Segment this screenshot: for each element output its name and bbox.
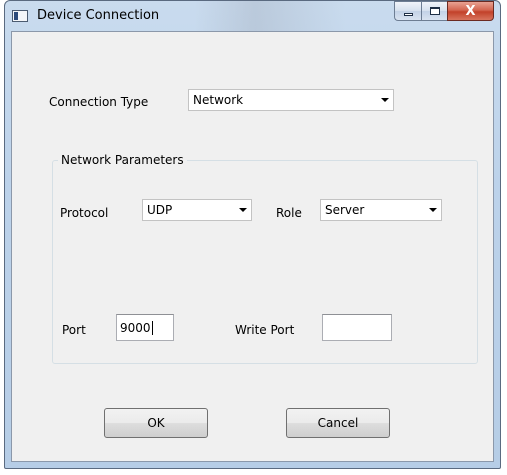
title-bar-background [195, 1, 345, 31]
maximize-icon [429, 7, 440, 15]
chevron-down-icon [425, 208, 441, 212]
protocol-label: Protocol [60, 206, 109, 220]
close-icon: X [465, 3, 476, 19]
connection-type-value: Network [193, 93, 244, 107]
text-caret [151, 320, 153, 335]
port-input[interactable]: 9000 [116, 314, 174, 341]
ok-button[interactable]: OK [104, 408, 208, 438]
chevron-down-icon [235, 208, 251, 212]
protocol-value: UDP [147, 203, 173, 217]
connection-type-select[interactable]: Network [188, 89, 394, 111]
port-label: Port [62, 323, 86, 337]
role-value: Server [325, 203, 365, 217]
write-port-label: Write Port [235, 323, 295, 337]
write-port-input[interactable] [322, 314, 392, 341]
dialog-client-area: Connection Type Network Network Paramete… [11, 31, 494, 462]
minimize-button[interactable] [394, 1, 421, 21]
device-connection-window: Device Connection X Connection Type Netw… [4, 0, 501, 469]
chevron-down-icon [377, 98, 393, 102]
role-label: Role [276, 206, 302, 220]
title-bar[interactable]: Device Connection X [5, 1, 500, 31]
protocol-select[interactable]: UDP [142, 199, 252, 221]
close-button[interactable]: X [447, 1, 494, 21]
app-window-icon [12, 10, 28, 22]
network-parameters-title: Network Parameters [58, 153, 187, 167]
connection-type-label: Connection Type [49, 95, 149, 109]
maximize-button[interactable] [421, 1, 447, 21]
cancel-button[interactable]: Cancel [286, 408, 390, 438]
port-value: 9000 [120, 320, 151, 335]
minimize-icon [403, 12, 413, 16]
window-title: Device Connection [37, 8, 160, 23]
caption-buttons: X [394, 1, 494, 23]
role-select[interactable]: Server [320, 199, 442, 221]
